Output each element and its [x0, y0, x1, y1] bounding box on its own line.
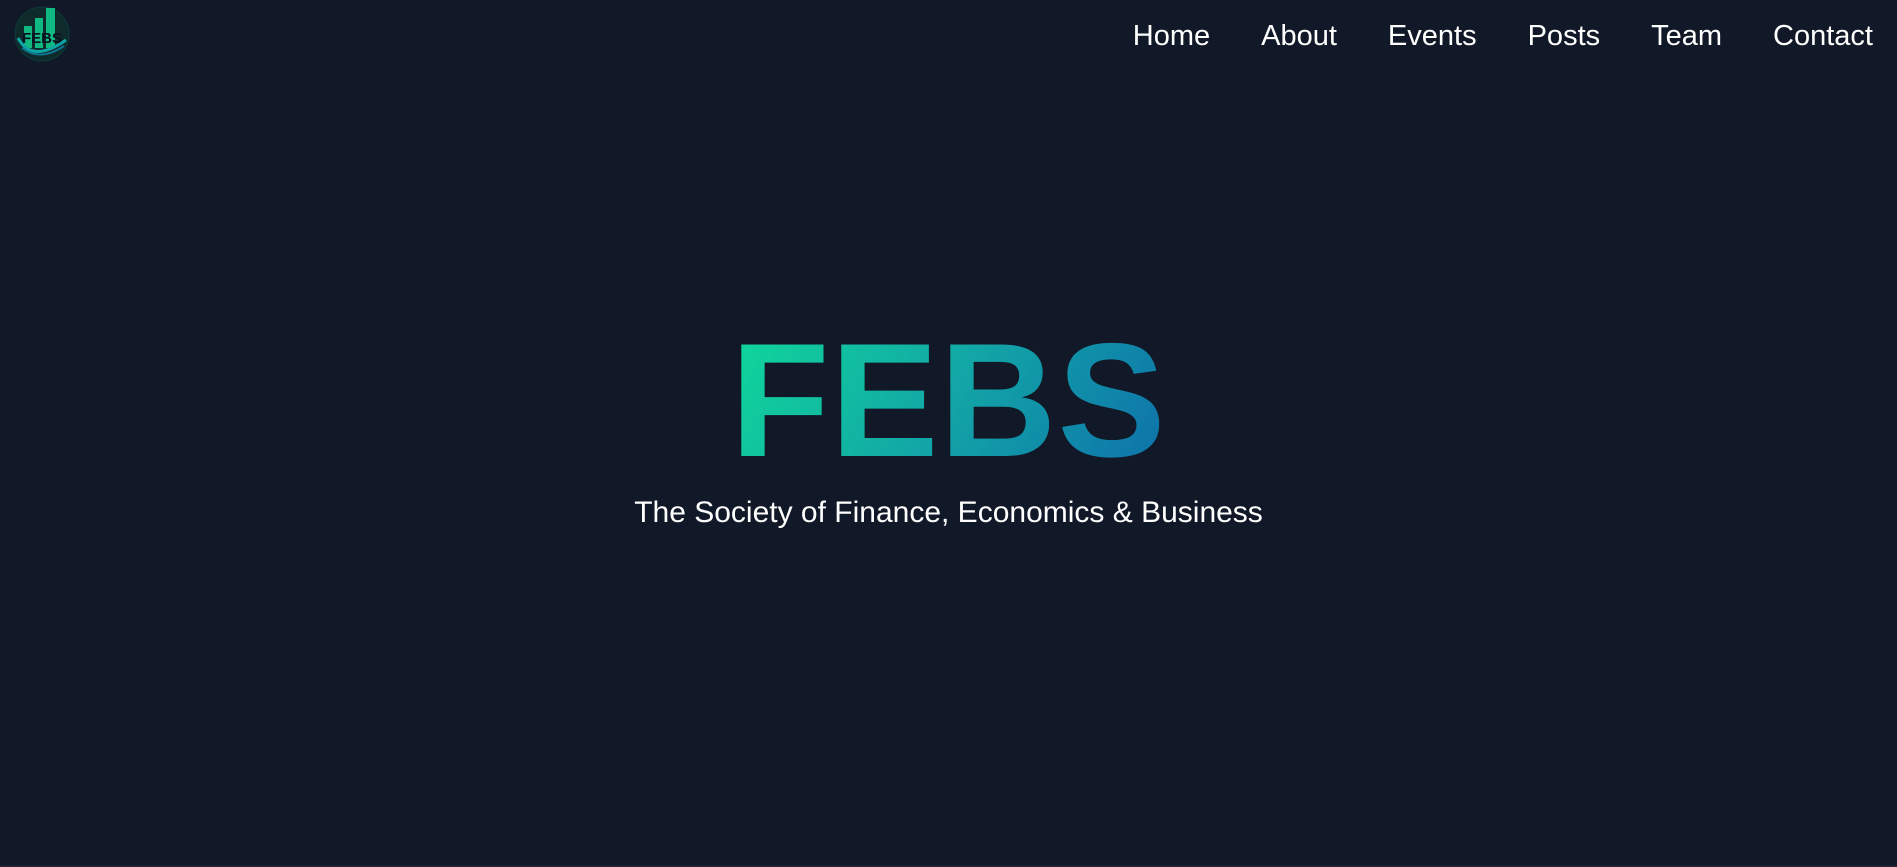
main-nav: Home About Events Posts Team Contact: [1133, 0, 1873, 72]
nav-team[interactable]: Team: [1651, 21, 1722, 51]
hero-title: FEBS: [730, 310, 1167, 491]
febs-logo-icon: FEBS: [14, 6, 70, 62]
nav-events[interactable]: Events: [1388, 21, 1477, 51]
hero-section: FEBS The Society of Finance, Economics &…: [0, 320, 1897, 531]
nav-about[interactable]: About: [1261, 21, 1337, 51]
hero-subtitle: The Society of Finance, Economics & Busi…: [634, 496, 1263, 529]
logo-text: FEBS: [22, 30, 62, 47]
page: FEBS Home About Events Posts Team Contac…: [0, 0, 1897, 867]
logo-link[interactable]: FEBS: [10, 2, 74, 64]
nav-home[interactable]: Home: [1133, 21, 1210, 51]
nav-posts[interactable]: Posts: [1528, 21, 1601, 51]
nav-contact[interactable]: Contact: [1773, 21, 1873, 51]
